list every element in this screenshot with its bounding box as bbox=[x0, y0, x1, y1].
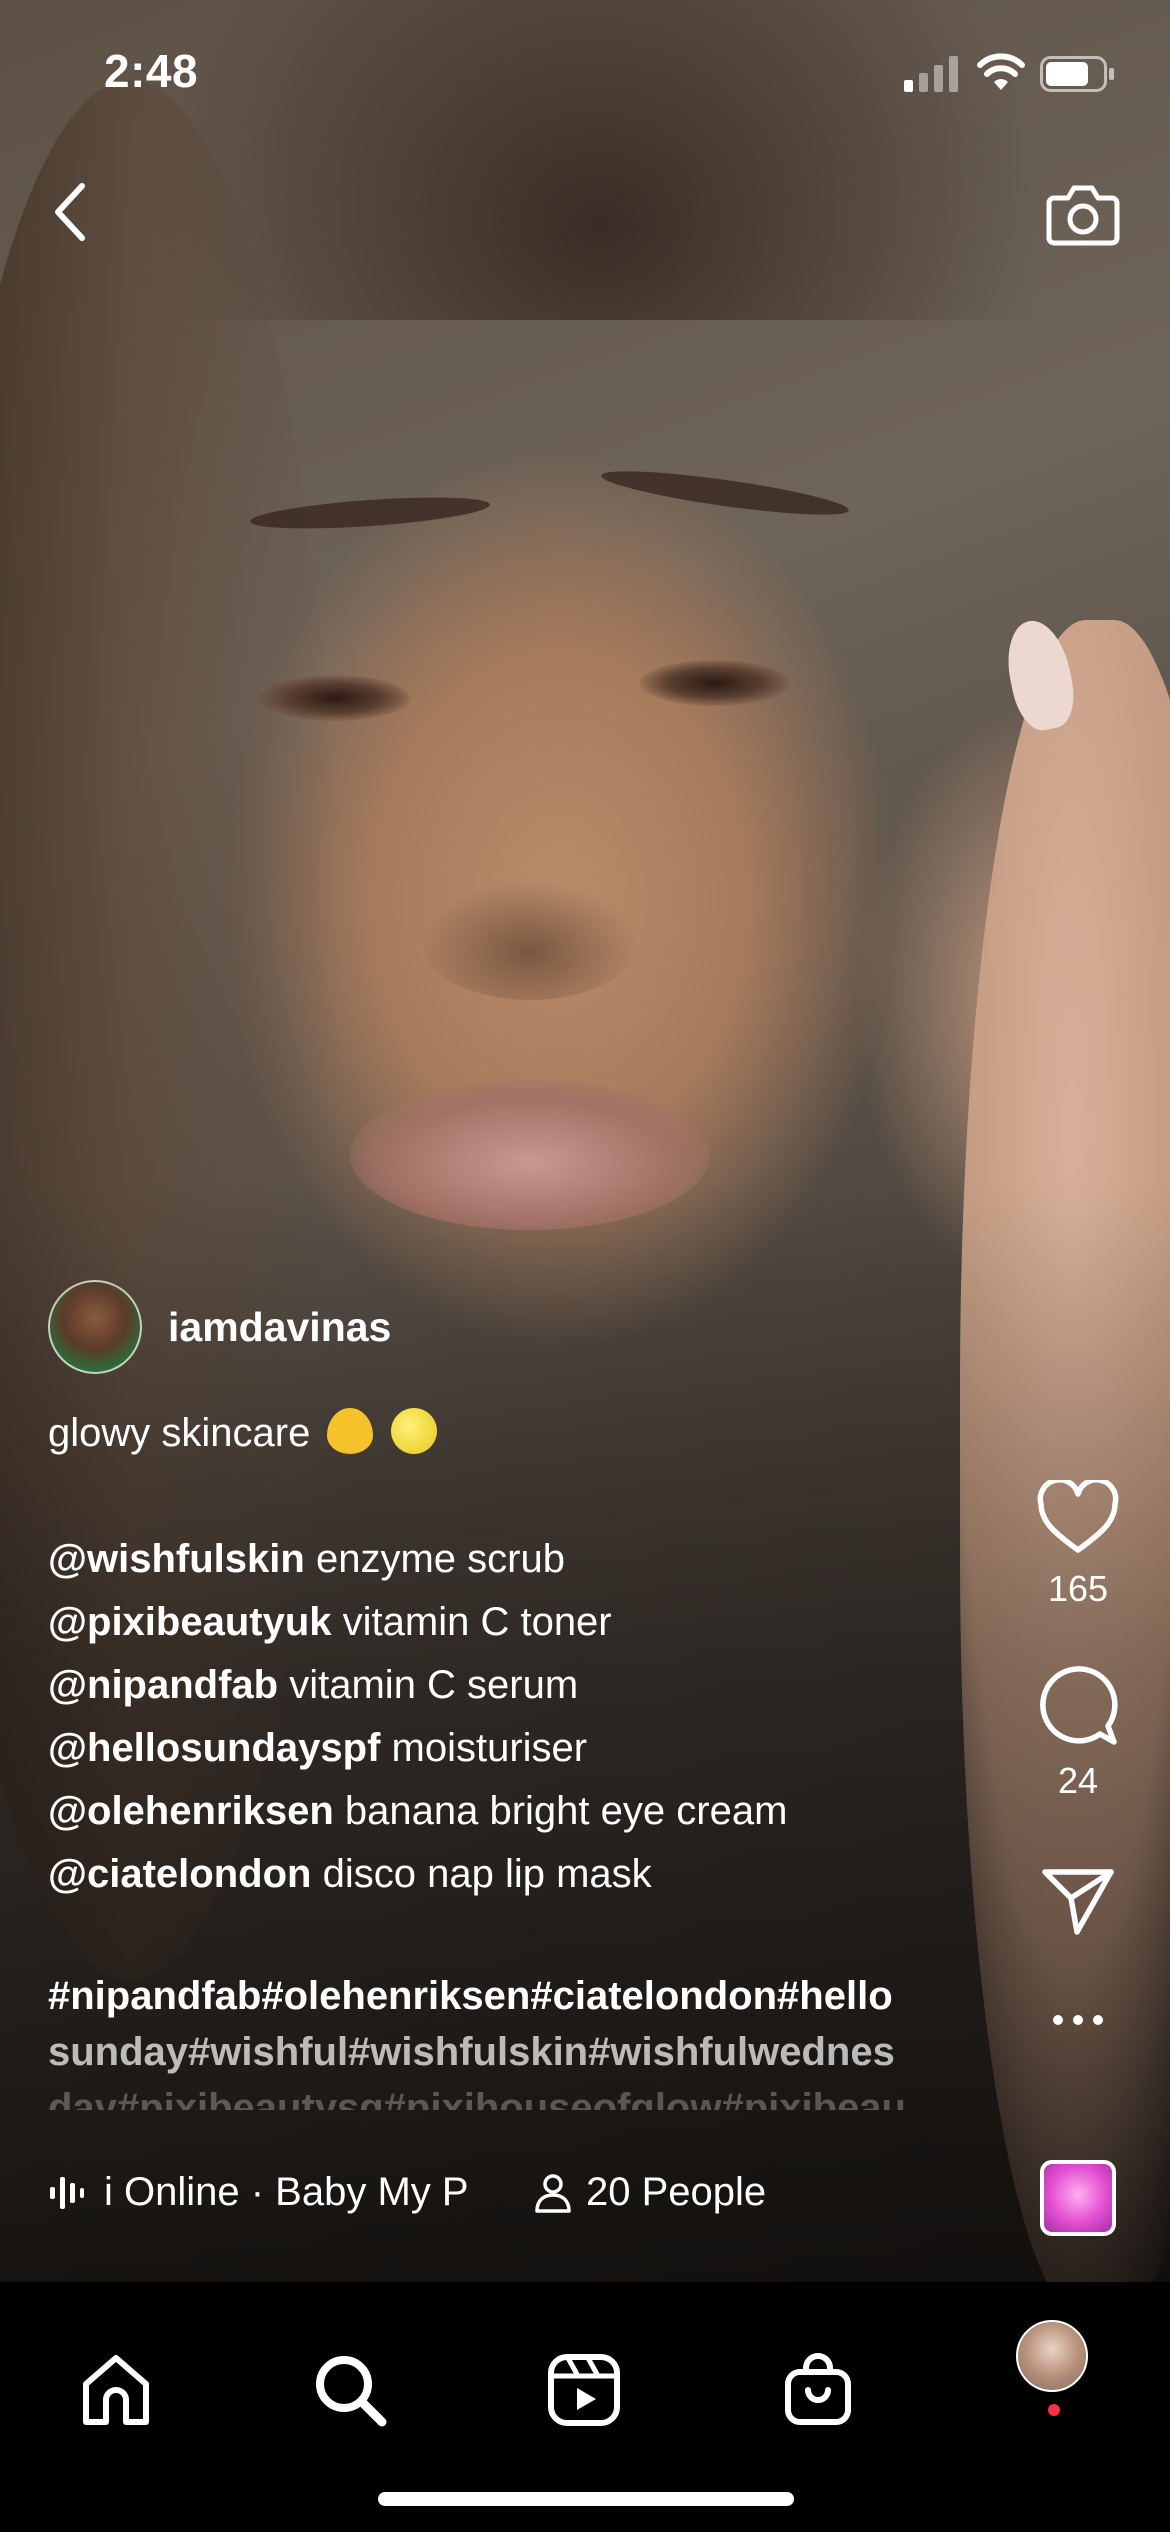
heart-icon[interactable] bbox=[1036, 1480, 1120, 1554]
reels-icon[interactable] bbox=[546, 2352, 622, 2428]
action-column: 165 24 bbox=[1030, 1480, 1126, 2028]
status-bar: 2:48 bbox=[0, 0, 1170, 140]
audio-thumbnail[interactable] bbox=[1040, 2160, 1116, 2236]
author-avatar[interactable] bbox=[48, 1280, 142, 1374]
audio-track-label[interactable]: i Online · Baby My P bbox=[104, 2170, 494, 2215]
post-caption[interactable]: glowy skincare @wishfulskin enzyme scrub… bbox=[48, 1402, 968, 1906]
mention-link[interactable]: @wishfulskin bbox=[48, 1537, 305, 1581]
audio-waveform-icon bbox=[50, 2176, 84, 2209]
product-text: enzyme scrub bbox=[315, 1537, 565, 1581]
caption-title-line: glowy skincare bbox=[48, 1402, 968, 1465]
video-nose bbox=[420, 880, 640, 1000]
notification-dot bbox=[1048, 2404, 1060, 2416]
product-text: banana bright eye cream bbox=[344, 1789, 788, 1833]
caption-title: glowy skincare bbox=[48, 1411, 311, 1455]
tagged-people-label[interactable]: 20 People bbox=[586, 2170, 766, 2215]
comment-icon[interactable] bbox=[1038, 1666, 1118, 1746]
caption-hashtags[interactable]: #nipandfab#olehenriksen#ciatelondon#hell… bbox=[48, 1968, 968, 2110]
mention-link[interactable]: @ciatelondon bbox=[48, 1852, 311, 1896]
yellow-heart-emoji-icon bbox=[327, 1408, 374, 1454]
post-meta-row: i Online · Baby My P 20 People bbox=[50, 2170, 766, 2215]
caption-product-line: @pixibeautyuk vitamin C toner bbox=[48, 1591, 968, 1654]
product-text: moisturiser bbox=[391, 1726, 588, 1770]
search-icon[interactable] bbox=[312, 2352, 388, 2428]
lemon-emoji-icon bbox=[390, 1408, 437, 1454]
profile-avatar-tab[interactable] bbox=[1016, 2320, 1088, 2392]
person-icon bbox=[535, 2173, 571, 2213]
caption-product-line: @nipandfab vitamin C serum bbox=[48, 1654, 968, 1717]
caption-product-line: @wishfulskin enzyme scrub bbox=[48, 1528, 968, 1591]
video-eye-left bbox=[260, 675, 410, 721]
wifi-icon bbox=[977, 53, 1025, 90]
back-chevron-icon[interactable] bbox=[44, 176, 96, 248]
hashtag-line[interactable]: day#pixibeautysg#pixihouseofglow#pixibea… bbox=[48, 2080, 968, 2110]
paper-plane-icon[interactable] bbox=[1041, 1866, 1115, 1936]
product-text: disco nap lip mask bbox=[322, 1852, 652, 1896]
hashtag-line[interactable]: #nipandfab#olehenriksen#ciatelondon#hell… bbox=[48, 1968, 968, 2024]
camera-icon[interactable] bbox=[1046, 180, 1120, 246]
like-count[interactable]: 165 bbox=[1030, 1568, 1126, 1610]
battery-icon bbox=[1040, 56, 1114, 92]
shop-icon[interactable] bbox=[780, 2352, 856, 2428]
comment-count[interactable]: 24 bbox=[1030, 1760, 1126, 1802]
mention-link[interactable]: @nipandfab bbox=[48, 1663, 278, 1707]
product-text: vitamin C serum bbox=[289, 1663, 579, 1707]
caption-product-line: @hellosundayspf moisturiser bbox=[48, 1717, 968, 1780]
mention-link[interactable]: @pixibeautyuk bbox=[48, 1600, 332, 1644]
home-indicator bbox=[378, 2492, 794, 2506]
home-icon[interactable] bbox=[78, 2352, 154, 2428]
mention-link[interactable]: @olehenriksen bbox=[48, 1789, 334, 1833]
hashtag-line[interactable]: sunday#wishful#wishfulskin#wishfulwednes bbox=[48, 2024, 968, 2080]
product-text: vitamin C toner bbox=[342, 1600, 612, 1644]
status-time: 2:48 bbox=[104, 45, 199, 97]
post-author[interactable]: iamdavinas bbox=[48, 1280, 391, 1374]
caption-product-line: @ciatelondon disco nap lip mask bbox=[48, 1843, 968, 1906]
video-eye-right bbox=[640, 660, 790, 706]
reel-video[interactable] bbox=[0, 0, 1170, 2282]
author-username[interactable]: iamdavinas bbox=[168, 1304, 391, 1351]
more-icon[interactable] bbox=[1050, 2012, 1106, 2028]
cellular-signal-icon bbox=[904, 56, 958, 92]
mention-link[interactable]: @hellosundayspf bbox=[48, 1726, 380, 1770]
caption-product-line: @olehenriksen banana bright eye cream bbox=[48, 1780, 968, 1843]
video-brow-right bbox=[599, 462, 851, 524]
